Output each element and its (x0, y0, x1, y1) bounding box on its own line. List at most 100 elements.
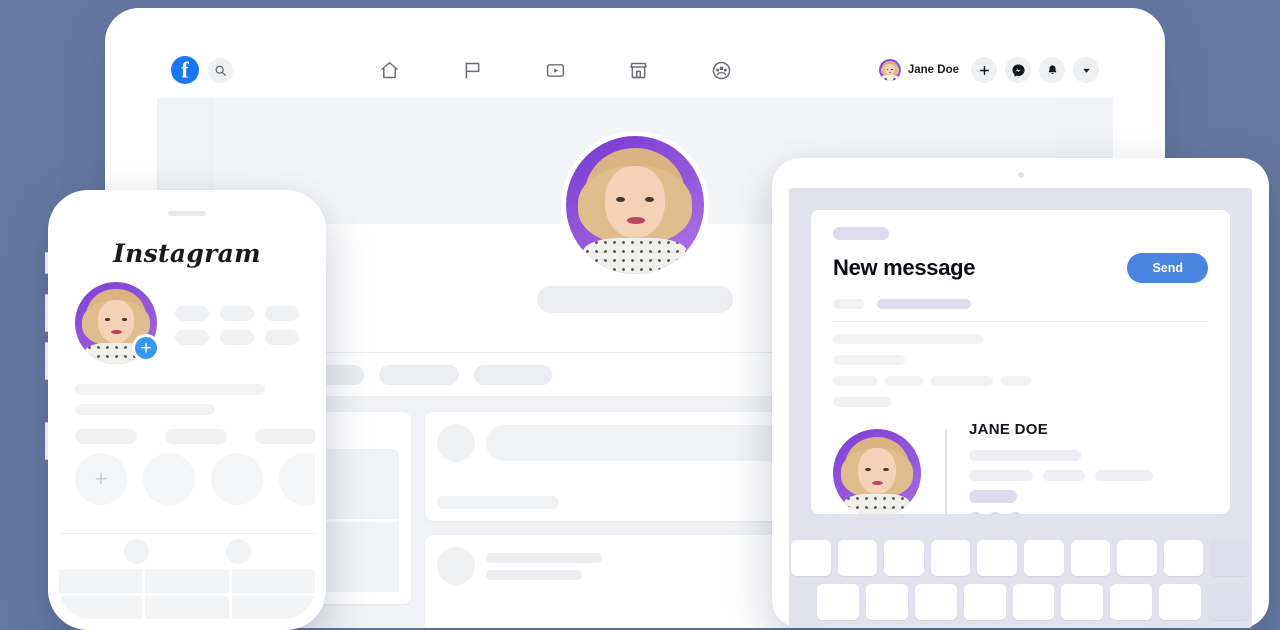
profile-stats (175, 282, 299, 354)
onscreen-keyboard (789, 540, 1252, 628)
add-story-plus-icon[interactable]: + (132, 334, 160, 362)
phone-side-button[interactable] (45, 422, 48, 460)
bio-placeholder (75, 384, 265, 395)
keyboard-key[interactable] (1012, 584, 1055, 620)
highlight-labels (75, 429, 315, 444)
nav-groups-icon[interactable] (709, 57, 735, 83)
keyboard-key[interactable] (791, 540, 831, 576)
messenger-icon[interactable] (1005, 57, 1031, 83)
tablet-device: New message Send JANE DOE (772, 158, 1269, 628)
send-button[interactable]: Send (1127, 253, 1208, 283)
keyboard-key[interactable] (837, 540, 878, 576)
grid-post[interactable] (59, 595, 143, 619)
divider (945, 429, 947, 514)
contact-info: JANE DOE (969, 421, 1208, 514)
avatar (437, 424, 475, 462)
grid-post[interactable] (231, 569, 315, 593)
body-chip (1001, 376, 1031, 386)
profile-name-placeholder (537, 286, 733, 313)
profile-bio (75, 384, 299, 415)
camera-icon (1017, 172, 1024, 178)
keyboard-key[interactable] (1023, 540, 1064, 576)
stat-placeholder (175, 306, 209, 321)
stats-row (175, 330, 299, 345)
tab-tagged-icon[interactable] (225, 539, 251, 564)
nav-flag-icon[interactable] (460, 57, 486, 83)
keyboard-key[interactable] (1159, 584, 1202, 620)
tab-grid-icon[interactable] (123, 539, 149, 564)
phone-side-button[interactable] (45, 342, 48, 380)
stat-placeholder (265, 306, 299, 321)
contact-card: JANE DOE (833, 421, 1208, 514)
profile-avatar[interactable] (833, 429, 921, 514)
keyboard-key[interactable] (1163, 540, 1204, 576)
keyboard-row (791, 584, 1251, 620)
facebook-nav (233, 57, 879, 83)
story-highlights: + (59, 429, 315, 505)
profile-avatar[interactable] (561, 131, 709, 279)
chevron-down-icon[interactable] (1073, 57, 1099, 83)
nav-video-icon[interactable] (543, 57, 569, 83)
keyboard-key[interactable] (1110, 584, 1153, 620)
phone-device: Instagram + + (45, 190, 326, 630)
keyboard-key[interactable] (884, 540, 924, 576)
nav-home-icon[interactable] (377, 57, 403, 83)
dot (969, 512, 982, 514)
stats-row (175, 306, 299, 321)
keyboard-key[interactable] (914, 584, 957, 620)
highlight-circle[interactable] (211, 453, 263, 505)
grid-post[interactable] (59, 569, 143, 593)
keyboard-key[interactable] (1070, 540, 1111, 576)
keyboard-key[interactable] (930, 540, 971, 576)
highlight-circle[interactable] (143, 453, 195, 505)
tab-pill[interactable] (474, 364, 552, 385)
phone-side-button[interactable] (45, 294, 48, 332)
add-highlight-plus-icon[interactable]: + (75, 453, 127, 505)
panel-header: New message Send (833, 253, 1208, 283)
facebook-logo-icon[interactable] (171, 56, 199, 84)
body-chip (931, 376, 993, 386)
keyboard-key-return[interactable] (1208, 584, 1251, 620)
highlight-circle[interactable] (279, 453, 315, 505)
contact-name: JANE DOE (969, 421, 1049, 438)
bell-icon[interactable] (1039, 57, 1065, 83)
user-name: Jane Doe (907, 64, 959, 76)
page-title: New message (833, 255, 976, 280)
user-menu[interactable]: Jane Doe (878, 59, 959, 81)
contact-chip (1095, 470, 1153, 481)
phone-side-button[interactable] (45, 252, 48, 274)
search-icon[interactable] (208, 57, 233, 83)
grid-post[interactable] (231, 595, 315, 619)
keyboard-key-backspace[interactable] (1210, 540, 1250, 576)
grid-post[interactable] (145, 569, 229, 593)
keyboard-key[interactable] (963, 584, 1006, 620)
panel-label-placeholder (833, 227, 889, 240)
keyboard-key[interactable] (977, 540, 1017, 576)
text-placeholder (486, 552, 602, 563)
body-line-placeholder (833, 334, 983, 344)
recipient-row[interactable] (833, 299, 1208, 309)
nav-marketplace-icon[interactable] (626, 57, 652, 83)
instagram-post-grid (59, 569, 315, 619)
bio-placeholder (75, 404, 215, 415)
contact-chip (969, 470, 1033, 481)
keyboard-key[interactable] (1061, 584, 1104, 620)
contact-highlight-bar (969, 490, 1017, 503)
keyboard-key[interactable] (865, 584, 908, 620)
contact-chip (1043, 470, 1085, 481)
instagram-profile-header: + (59, 282, 315, 364)
plus-icon[interactable] (971, 57, 997, 83)
contact-chip-row (969, 470, 1208, 481)
contact-dots (969, 512, 1208, 514)
keyboard-key[interactable] (817, 584, 859, 620)
body-chip (833, 376, 877, 386)
facebook-topbar-actions: Jane Doe (878, 57, 1099, 83)
keyboard-key[interactable] (1117, 540, 1157, 576)
grid-post[interactable] (145, 595, 229, 619)
new-message-panel: New message Send JANE DOE (811, 210, 1230, 514)
message-body[interactable] (833, 322, 1208, 407)
highlight-label-placeholder (75, 429, 137, 444)
dot (989, 512, 1002, 514)
avatar (878, 59, 901, 81)
tab-pill[interactable] (379, 364, 459, 385)
